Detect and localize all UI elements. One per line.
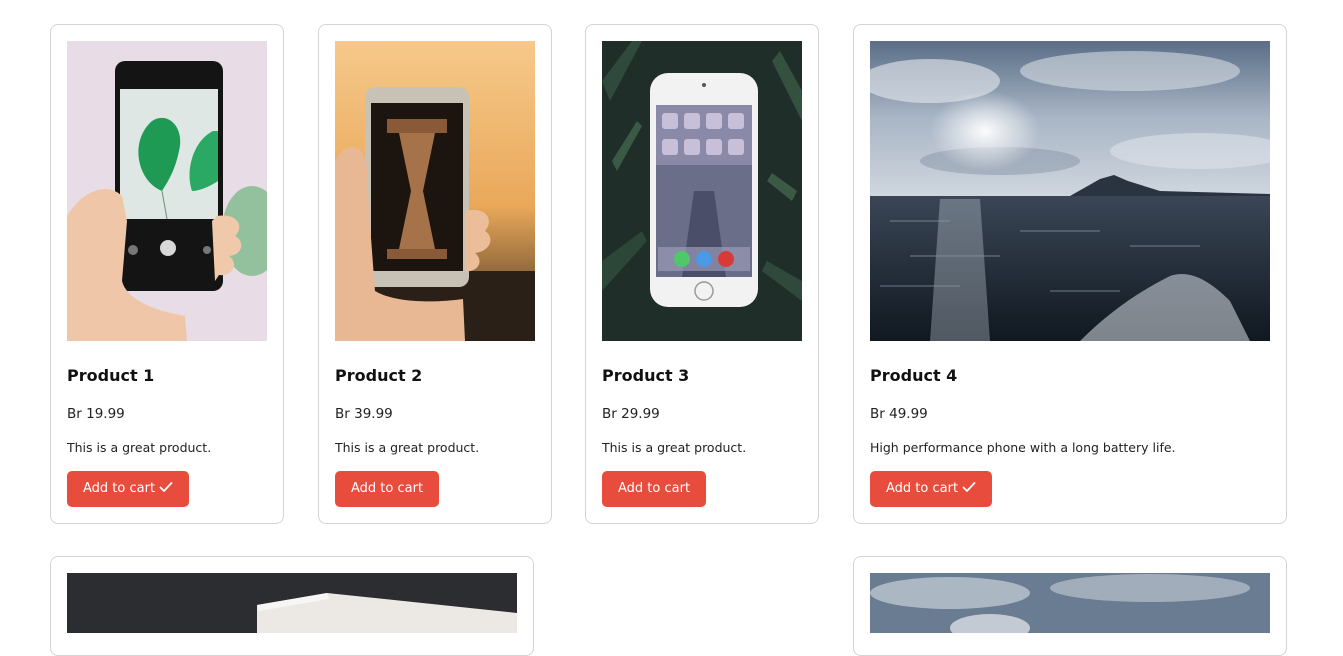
add-to-cart-button[interactable]: Add to cart [870, 471, 993, 507]
product-card [50, 556, 534, 656]
product-image [335, 41, 535, 341]
product-card: Product 4 Br 49.99 High performance phon… [853, 24, 1287, 524]
button-label: Add to cart [886, 481, 959, 496]
product-image [67, 573, 517, 633]
product-price: Br 39.99 [335, 406, 393, 422]
check-icon [962, 482, 976, 492]
add-to-cart-button[interactable]: Add to cart [67, 471, 190, 507]
product-card [853, 556, 1287, 656]
product-price: Br 19.99 [67, 406, 125, 422]
product-title: Product 3 [602, 366, 690, 385]
product-description: This is a great product. [67, 440, 212, 455]
product-image [870, 573, 1270, 633]
add-to-cart-button[interactable]: Add to cart [335, 471, 440, 507]
product-image [602, 41, 802, 341]
add-to-cart-button[interactable]: Add to cart [602, 471, 707, 507]
product-description: This is a great product. [602, 440, 747, 455]
product-description: This is a great product. [335, 440, 480, 455]
button-label: Add to cart [83, 481, 156, 496]
product-card: Product 2 Br 39.99 This is a great produ… [318, 24, 552, 524]
product-price: Br 49.99 [870, 406, 928, 422]
button-label: Add to cart [351, 481, 424, 496]
product-title: Product 4 [870, 366, 958, 385]
product-card: Product 1 Br 19.99 This is a great produ… [50, 24, 284, 524]
button-label: Add to cart [618, 481, 691, 496]
product-title: Product 1 [67, 366, 155, 385]
product-price: Br 29.99 [602, 406, 660, 422]
check-icon [159, 482, 173, 492]
product-card: Product 3 Br 29.99 This is a great produ… [585, 24, 819, 524]
product-title: Product 2 [335, 366, 423, 385]
product-image [870, 41, 1270, 341]
product-description: High performance phone with a long batte… [870, 440, 1176, 455]
product-image [67, 41, 267, 341]
